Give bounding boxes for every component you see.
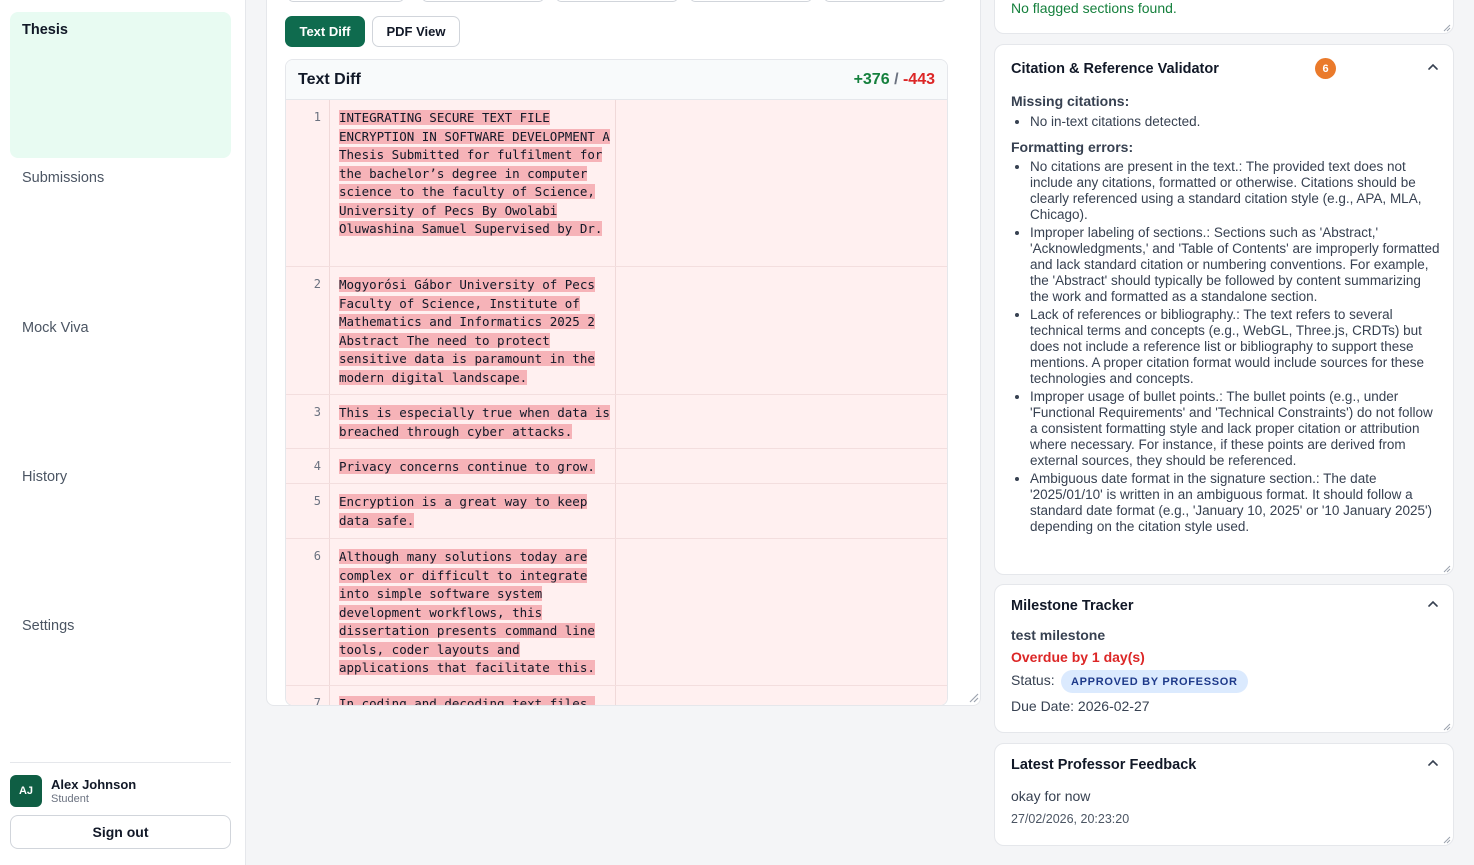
column-separator	[615, 686, 616, 705]
nav-item-history[interactable]: History	[10, 459, 231, 605]
issue-count-badge: 6	[1315, 58, 1336, 79]
removed-text: This is especially true when data is bre…	[339, 405, 610, 439]
card-title: Citation & Reference Validator	[1011, 61, 1219, 77]
resize-grip-icon[interactable]	[1441, 721, 1451, 731]
removed-text: INTEGRATING SECURE TEXT FILE ENCRYPTION …	[339, 110, 610, 236]
diff-row: 1 INTEGRATING SECURE TEXT FILE ENCRYPTIO…	[286, 100, 947, 267]
missing-citations-label: Missing citations:	[1011, 93, 1130, 109]
line-number: 5	[286, 484, 330, 538]
removed-text: Mogyorósi Gábor University of Pecs Facul…	[339, 277, 595, 385]
citation-validator-card: Citation & Reference Validator 6 Missing…	[994, 44, 1454, 575]
resize-grip-icon[interactable]	[1441, 563, 1451, 573]
removed-text: Encryption is a great way to keep data s…	[339, 494, 588, 528]
nav-label: Settings	[22, 618, 75, 634]
user-profile: AJ Alex Johnson Student	[10, 775, 231, 807]
overdue-text: Overdue by 1 day(s)	[1011, 649, 1145, 665]
chevron-up-icon[interactable]	[1427, 61, 1439, 73]
diff-row: 3 This is especially true when data is b…	[286, 395, 947, 449]
removed-count: -443	[902, 71, 935, 88]
card-title: Latest Professor Feedback	[1011, 757, 1197, 773]
diff-body[interactable]: 1 INTEGRATING SECURE TEXT FILE ENCRYPTIO…	[286, 100, 947, 705]
nav-item-submissions[interactable]: Submissions	[10, 160, 231, 306]
formatting-errors-label: Formatting errors:	[1011, 139, 1134, 155]
list-item: No in-text citations detected.	[1030, 114, 1441, 130]
text-diff-card: Text Diff +376 / -443 1 INTEGRATING SECU…	[285, 59, 948, 706]
removed-text: Although many solutions today are comple…	[339, 549, 595, 675]
column-separator	[615, 267, 616, 394]
status-label: Status:	[1011, 672, 1055, 688]
avatar: AJ	[10, 775, 42, 807]
removed-text: Privacy concerns continue to grow.	[339, 459, 595, 474]
nav-item-thesis[interactable]: Thesis	[10, 12, 231, 158]
column-separator	[615, 395, 616, 448]
tab-hidden-5[interactable]	[824, 0, 946, 2]
chevron-up-icon[interactable]	[1427, 598, 1439, 610]
list-item: No citations are present in the text.: T…	[1030, 159, 1441, 223]
line-number: 7	[286, 686, 330, 705]
column-separator	[615, 484, 616, 538]
diff-row: 2 Mogyorósi Gábor University of Pecs Fac…	[286, 267, 947, 395]
list-item: Improper usage of bullet points.: The bu…	[1030, 389, 1441, 469]
tab-hidden-4[interactable]	[690, 0, 812, 2]
diff-title: Text Diff	[298, 71, 361, 88]
tab-hidden-1[interactable]	[288, 0, 404, 2]
diff-row: 5 Encryption is a great way to keep data…	[286, 484, 947, 539]
line-number: 1	[286, 100, 330, 266]
card-title: Milestone Tracker	[1011, 598, 1134, 614]
stat-separator: /	[894, 71, 899, 88]
column-separator	[615, 100, 616, 266]
diff-row: 7 In coding and decoding text files,	[286, 686, 947, 705]
tab-hidden-3[interactable]	[556, 0, 678, 2]
chevron-up-icon[interactable]	[1427, 757, 1439, 769]
removed-text: In coding and decoding text files,	[339, 695, 614, 705]
line-number: 4	[286, 449, 330, 483]
user-name: Alex Johnson	[51, 777, 137, 792]
tab-hidden-2[interactable]	[422, 0, 544, 2]
list-item: Improper labeling of sections.: Sections…	[1030, 225, 1441, 305]
diff-row: 4 Privacy concerns continue to grow.	[286, 449, 947, 484]
no-flags-message: No flagged sections found.	[1011, 0, 1177, 16]
pdf-view-button[interactable]: PDF View	[372, 16, 460, 47]
feedback-text: okay for now	[1011, 788, 1091, 804]
milestone-tracker-card: Milestone Tracker test milestone Overdue…	[994, 584, 1454, 733]
formatting-errors-list: No citations are present in the text.: T…	[1011, 159, 1441, 537]
nav-label: Thesis	[22, 22, 68, 38]
column-separator	[615, 539, 616, 685]
line-number: 6	[286, 539, 330, 685]
added-count: +376	[853, 71, 890, 88]
nav-item-mock-viva[interactable]: Mock Viva	[10, 310, 231, 456]
plagiarism-card: No flagged sections found.	[994, 0, 1454, 34]
sidebar: Thesis Submissions Mock Viva History Set…	[0, 0, 246, 865]
professor-feedback-card: Latest Professor Feedback okay for now 2…	[994, 743, 1454, 846]
milestone-name: test milestone	[1011, 627, 1106, 643]
text-diff-button[interactable]: Text Diff	[285, 16, 365, 47]
user-role: Student	[51, 793, 89, 805]
sidebar-divider	[10, 762, 231, 763]
feedback-timestamp: 27/02/2026, 20:23:20	[1011, 812, 1130, 826]
due-date: Due Date: 2026-02-27	[1011, 698, 1150, 714]
resize-grip-icon[interactable]	[967, 690, 979, 704]
diff-header: Text Diff +376 / -443	[286, 60, 947, 100]
list-item: Lack of references or bibliography.: The…	[1030, 307, 1441, 387]
nav-label: Mock Viva	[22, 320, 89, 336]
diff-stats: +376 / -443	[854, 71, 935, 89]
sign-out-button[interactable]: Sign out	[10, 815, 231, 849]
line-number: 3	[286, 395, 330, 448]
missing-citations-list: No in-text citations detected.	[1011, 114, 1441, 132]
resize-grip-icon[interactable]	[1441, 834, 1451, 844]
resize-grip-icon[interactable]	[1441, 22, 1451, 32]
status-badge: APPROVED BY PROFESSOR	[1061, 670, 1248, 693]
diff-row: 6 Although many solutions today are comp…	[286, 539, 947, 686]
nav-label: History	[22, 469, 68, 485]
nav-label: Submissions	[22, 170, 105, 186]
nav-item-settings[interactable]: Settings	[10, 608, 231, 754]
column-separator	[615, 449, 616, 483]
line-number: 2	[286, 267, 330, 394]
list-item: Ambiguous date format in the signature s…	[1030, 471, 1441, 535]
